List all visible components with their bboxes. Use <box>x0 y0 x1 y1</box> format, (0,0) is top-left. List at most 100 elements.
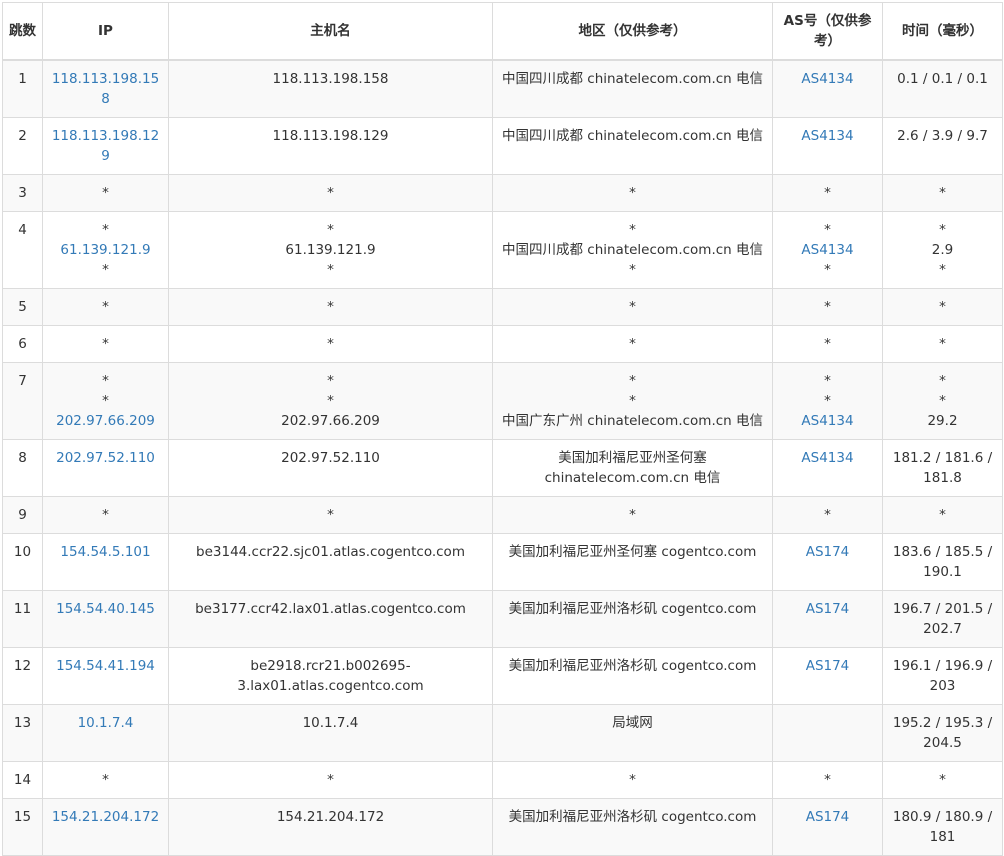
hop-number: 6 <box>2 325 43 363</box>
asn-cell: AS174 <box>772 647 883 705</box>
table-header-row: 跳数 IP 主机名 地区（仅供参考） AS号（仅供参考） 时间（毫秒） <box>2 2 1003 61</box>
ip-cell: * <box>42 761 169 799</box>
hostname-text: * <box>327 393 334 409</box>
asn-cell: AS4134 <box>772 117 883 175</box>
region-text: chinatelecom.com.cn 电信 <box>544 470 721 486</box>
ip-link[interactable]: 154.54.5.101 <box>49 542 162 562</box>
region-text: * <box>629 222 636 238</box>
hostname-text: * <box>327 222 334 238</box>
hostname-text: * <box>327 185 334 201</box>
ip-link[interactable]: 118.113.198.158 <box>49 69 162 109</box>
ip-text: * <box>102 393 109 409</box>
region-text: 美国加利福尼亚州洛杉矶 cogentco.com <box>508 658 757 674</box>
ip-cell: 154.54.40.145 <box>42 590 169 648</box>
asn-link[interactable]: AS4134 <box>779 126 876 146</box>
ip-link[interactable]: 154.54.40.145 <box>49 599 162 619</box>
time-text: 2.6 / 3.9 / 9.7 <box>897 128 988 144</box>
time-cell: 180.9 / 180.9 / 181 <box>882 798 1003 856</box>
region-text: 美国加利福尼亚州洛杉矶 cogentco.com <box>508 809 757 825</box>
ip-link[interactable]: 61.139.121.9 <box>49 240 162 260</box>
table-row: 9 * * * * * <box>2 496 1003 534</box>
asn-cell: AS4134 <box>772 59 883 118</box>
hostname-cell: * <box>168 761 493 799</box>
hop-number: 9 <box>2 496 43 534</box>
region-cell: * 中国四川成都 chinatelecom.com.cn 电信 * <box>492 211 773 289</box>
region-text: * <box>629 336 636 352</box>
region-cell: 美国加利福尼亚州洛杉矶 cogentco.com <box>492 590 773 648</box>
region-text: 美国加利福尼亚州圣何塞 <box>558 450 707 466</box>
region-text: 中国四川成都 chinatelecom.com.cn 电信 <box>501 128 764 144</box>
region-cell: 中国四川成都 chinatelecom.com.cn 电信 <box>492 117 773 175</box>
hostname-text: 118.113.198.158 <box>272 71 389 87</box>
time-cell: 196.7 / 201.5 / 202.7 <box>882 590 1003 648</box>
ip-link[interactable]: 202.97.52.110 <box>49 448 162 468</box>
hostname-cell: * <box>168 496 493 534</box>
table-row: 2 118.113.198.129 118.113.198.129 中国四川成都 ch… <box>2 117 1003 175</box>
asn-link[interactable]: AS4134 <box>779 69 876 89</box>
time-text: * <box>939 299 946 315</box>
asn-link[interactable]: AS4134 <box>779 411 876 431</box>
time-text: * <box>939 262 946 278</box>
asn-text: * <box>824 393 831 409</box>
time-text: * <box>939 185 946 201</box>
asn-cell: AS174 <box>772 533 883 591</box>
hostname-text: * <box>327 336 334 352</box>
region-text: * <box>629 299 636 315</box>
time-text: * <box>939 222 946 238</box>
header-time: 时间（毫秒） <box>882 2 1003 61</box>
hostname-cell: 118.113.198.129 <box>168 117 493 175</box>
ip-link[interactable]: 118.113.198.129 <box>49 126 162 166</box>
ip-text: * <box>102 262 109 278</box>
hostname-cell: be3177.ccr42.lax01.atlas.cogentco.com <box>168 590 493 648</box>
header-asn: AS号（仅供参考） <box>772 2 883 61</box>
time-text: * <box>939 393 946 409</box>
header-hop: 跳数 <box>2 2 43 61</box>
table-row: 11 154.54.40.145 be3177.ccr42.lax01.atlas.… <box>2 590 1003 648</box>
ip-cell: * <box>42 325 169 363</box>
region-text: * <box>629 393 636 409</box>
asn-link[interactable]: AS4134 <box>779 240 876 260</box>
ip-link[interactable]: 154.54.41.194 <box>49 656 162 676</box>
hostname-cell: 202.97.52.110 <box>168 439 493 497</box>
region-cell: * <box>492 174 773 212</box>
asn-link[interactable]: AS174 <box>779 807 876 827</box>
traceroute-table: 跳数 IP 主机名 地区（仅供参考） AS号（仅供参考） 时间（毫秒） 1 118… <box>2 2 1003 856</box>
region-text: * <box>629 262 636 278</box>
asn-text: * <box>824 336 831 352</box>
ip-link[interactable]: 202.97.66.209 <box>49 411 162 431</box>
asn-cell: * AS4134 * <box>772 211 883 289</box>
hostname-text: 10.1.7.4 <box>302 715 359 731</box>
table-row: 3 * * * * * <box>2 174 1003 212</box>
asn-link[interactable]: AS174 <box>779 656 876 676</box>
table-row: 13 10.1.7.4 10.1.7.4 局域网 195.2 / 195.3 / 204.… <box>2 704 1003 762</box>
time-cell: * * 29.2 <box>882 362 1003 440</box>
hop-number: 4 <box>2 211 43 289</box>
region-cell: 美国加利福尼亚州圣何塞 cogentco.com <box>492 533 773 591</box>
time-cell: 196.1 / 196.9 / 203 <box>882 647 1003 705</box>
ip-text: * <box>102 772 109 788</box>
ip-cell: 118.113.198.158 <box>42 59 169 118</box>
hop-number: 12 <box>2 647 43 705</box>
asn-cell: * <box>772 325 883 363</box>
region-text: * <box>629 507 636 523</box>
time-text: 196.7 / 201.5 / <box>892 601 993 617</box>
ip-link[interactable]: 10.1.7.4 <box>49 713 162 733</box>
ip-text: * <box>102 185 109 201</box>
region-cell: * <box>492 325 773 363</box>
region-text: * <box>629 185 636 201</box>
asn-link[interactable]: AS4134 <box>779 448 876 468</box>
hop-number: 10 <box>2 533 43 591</box>
hop-number: 14 <box>2 761 43 799</box>
table-row: 10 154.54.5.101 be3144.ccr22.sjc01.atlas.c… <box>2 533 1003 591</box>
table-row: 6 * * * * * <box>2 325 1003 363</box>
table-row: 1 118.113.198.158 118.113.198.158 中国四川成都 ch… <box>2 59 1003 118</box>
time-text: * <box>939 336 946 352</box>
hop-number: 15 <box>2 798 43 856</box>
ip-link[interactable]: 154.21.204.172 <box>49 807 162 827</box>
time-text: 203 <box>929 678 956 694</box>
region-cell: * <box>492 761 773 799</box>
asn-link[interactable]: AS174 <box>779 542 876 562</box>
header-ip: IP <box>42 2 169 61</box>
region-cell: 美国加利福尼亚州圣何塞 chinatelecom.com.cn 电信 <box>492 439 773 497</box>
asn-link[interactable]: AS174 <box>779 599 876 619</box>
